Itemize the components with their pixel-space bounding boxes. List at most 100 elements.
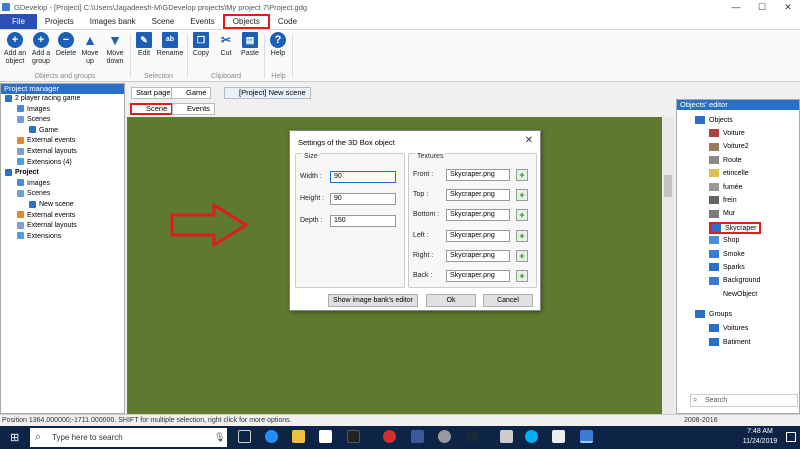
task-view-icon[interactable] — [238, 430, 251, 443]
edit-button[interactable]: ✎ Edit — [134, 32, 154, 58]
project-tree-item[interactable]: Project — [1, 168, 124, 179]
add-image-icon[interactable]: + — [516, 189, 528, 202]
texture-input[interactable]: Skycraper.png — [446, 209, 510, 222]
add-image-icon[interactable]: + — [516, 209, 528, 222]
height-input[interactable]: 90 — [330, 193, 396, 205]
object-item[interactable]: Smoke — [709, 249, 745, 261]
menu-events[interactable]: Events — [182, 14, 222, 29]
paste-button[interactable]: ▤ Paste — [239, 32, 261, 58]
add-image-icon[interactable]: + — [516, 229, 528, 242]
help-button[interactable]: ? Help — [268, 32, 288, 58]
menu-projects[interactable]: Projects — [37, 14, 82, 29]
depth-input[interactable]: 150 — [330, 215, 396, 227]
add-image-icon[interactable]: + — [516, 249, 528, 262]
cut-button[interactable]: ✂ Cut — [216, 32, 236, 58]
menu-file[interactable]: File — [0, 14, 37, 29]
menu-scene[interactable]: Scene — [144, 14, 183, 29]
subtab-events[interactable]: Events — [172, 103, 215, 115]
texture-input[interactable]: Skycraper.png — [446, 249, 510, 262]
project-tree-item[interactable]: Images — [1, 105, 124, 116]
project-tree-item[interactable]: Images — [1, 179, 124, 190]
search-input[interactable]: Search — [690, 394, 798, 407]
menu-images-bank[interactable]: Images bank — [82, 14, 144, 29]
cancel-button[interactable]: Cancel — [483, 294, 533, 307]
texture-field-label: Right : — [413, 251, 434, 259]
object-item[interactable]: etincelle — [709, 168, 749, 180]
object-item[interactable]: NewObject — [709, 289, 757, 301]
show-image-bank-editor-button[interactable]: Show image bank's editor — [328, 294, 418, 307]
skype-icon[interactable] — [525, 430, 538, 443]
scrollbar-thumb[interactable] — [664, 175, 672, 197]
groups-root[interactable]: Groups — [695, 309, 732, 321]
copy-icon: ❐ — [193, 32, 209, 48]
object-item[interactable]: Background — [709, 275, 760, 287]
object-item[interactable]: fumée — [709, 182, 742, 194]
subtab-scene[interactable]: Scene — [130, 103, 174, 115]
facebook-icon[interactable] — [411, 430, 424, 443]
group-item[interactable]: Voitures — [709, 323, 748, 335]
texture-input[interactable]: Skycraper.png — [446, 189, 510, 202]
edge-icon[interactable] — [265, 430, 278, 443]
settings-icon[interactable] — [438, 430, 451, 443]
tab-new-scene[interactable]: [Project] New scene — [224, 87, 311, 99]
menu-objects[interactable]: Objects — [222, 14, 270, 29]
object-item[interactable]: Mur — [709, 208, 735, 220]
opera-icon[interactable] — [383, 430, 396, 443]
project-tree-item[interactable]: 2 player racing game — [1, 94, 124, 105]
texture-input[interactable]: Skycraper.png — [446, 229, 510, 242]
rename-button[interactable]: ab Rename — [156, 32, 184, 58]
object-item[interactable]: Voiture — [709, 128, 745, 140]
object-item[interactable]: Sparks — [709, 262, 745, 274]
tab-game[interactable]: Game — [171, 87, 212, 99]
add-image-icon[interactable]: + — [516, 169, 528, 181]
copy-button[interactable]: ❐ Copy — [190, 32, 212, 58]
delete-button[interactable]: − Delete — [54, 32, 78, 58]
minimize-button[interactable]: — — [723, 0, 749, 14]
menu-code[interactable]: Code — [270, 14, 305, 29]
texture-input[interactable]: Skycraper.png — [446, 169, 510, 181]
tab-start-page[interactable]: Start page — [131, 87, 176, 99]
maximize-button[interactable]: ☐ — [749, 0, 775, 14]
project-tree-item[interactable]: External layouts — [1, 147, 124, 158]
taskbar-search-box[interactable]: ⌕ Type here to search 🎙 — [30, 428, 227, 447]
project-tree-item[interactable]: Extensions (4) — [1, 158, 124, 169]
object-item[interactable]: Route — [709, 155, 742, 167]
project-tree-item[interactable]: External events — [1, 211, 124, 222]
objects-root[interactable]: Objects — [695, 115, 733, 127]
project-tree-item[interactable]: New scene — [1, 200, 124, 211]
add-image-icon[interactable]: + — [516, 270, 528, 282]
ok-button[interactable]: Ok — [426, 294, 476, 307]
clapper-icon[interactable] — [552, 430, 565, 443]
object-item[interactable]: Voiture2 — [709, 141, 749, 153]
object-item[interactable]: Shop — [709, 235, 739, 247]
project-tree-item[interactable]: Game — [1, 126, 124, 137]
add-group-button[interactable]: + Add a group — [30, 32, 52, 66]
project-tree-item[interactable]: Scenes — [1, 115, 124, 126]
store-icon[interactable] — [319, 430, 332, 443]
project-tree-item[interactable]: External events — [1, 136, 124, 147]
object-icon — [709, 338, 719, 347]
project-tree-item[interactable]: Extensions — [1, 232, 124, 243]
add-object-button[interactable]: + Add an object — [2, 32, 28, 66]
group-item[interactable]: Batiment — [709, 337, 751, 349]
project-tree-item[interactable]: External layouts — [1, 221, 124, 232]
media-icon[interactable] — [347, 430, 360, 443]
app-icon[interactable] — [500, 430, 513, 443]
object-item[interactable]: frein — [709, 195, 737, 207]
texture-input[interactable]: Skycraper.png — [446, 270, 510, 282]
notifications-icon[interactable] — [786, 432, 796, 442]
close-button[interactable]: ✕ — [775, 0, 800, 14]
file-explorer-icon[interactable] — [292, 430, 305, 443]
windows-start-icon[interactable]: ⊞ — [10, 431, 19, 444]
gdevelop-taskbar-icon[interactable] — [580, 430, 593, 443]
object-icon — [709, 142, 719, 151]
move-down-button[interactable]: ▼ Move down — [103, 32, 127, 66]
dialog-close-icon[interactable]: ✕ — [525, 135, 533, 146]
width-input[interactable]: 90 — [330, 171, 396, 183]
scene-scrollbar[interactable] — [662, 117, 674, 414]
object-item[interactable]: Skycraper — [709, 221, 761, 234]
move-up-button[interactable]: ▲ Move up — [80, 32, 100, 66]
steam-icon[interactable] — [466, 430, 479, 443]
object-icon — [709, 182, 719, 191]
project-tree-item[interactable]: Scenes — [1, 189, 124, 200]
